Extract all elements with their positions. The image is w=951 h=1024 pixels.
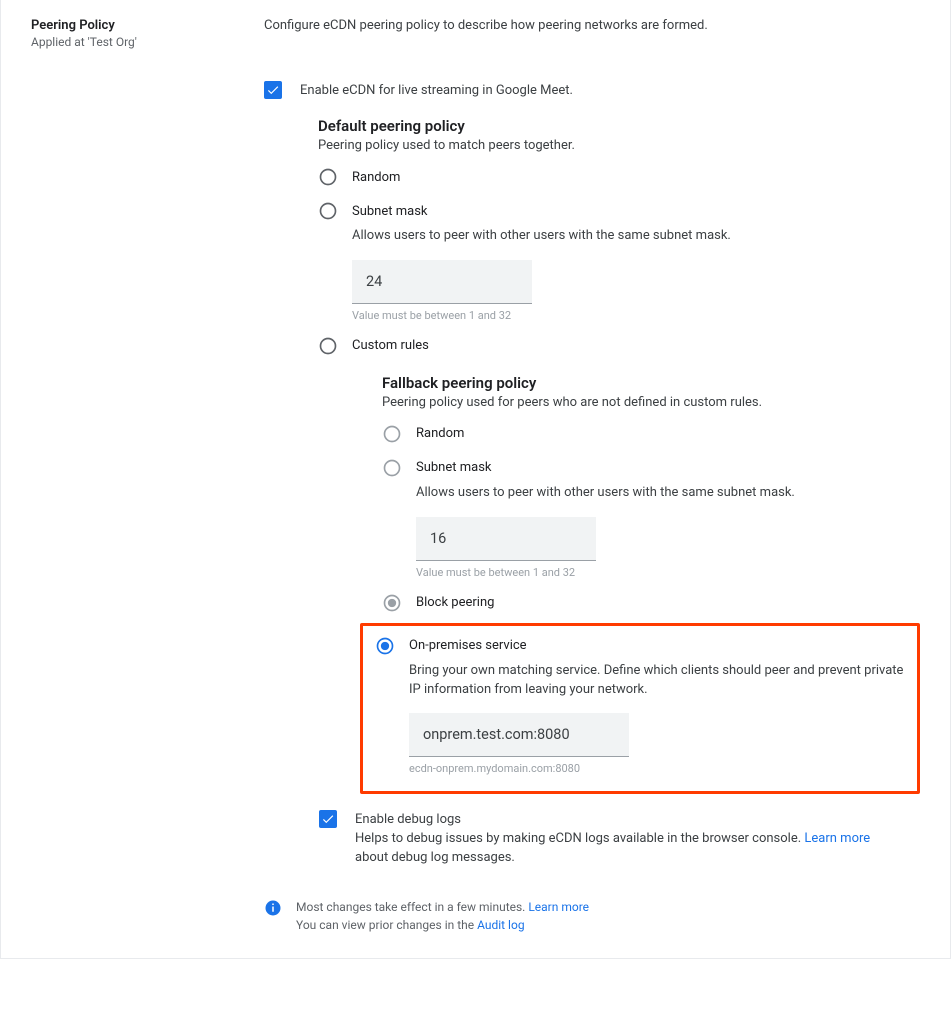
radio-unchecked-icon	[382, 424, 402, 444]
debug-desc-text-2: about debug log messages.	[355, 850, 515, 865]
onprem-label: On-premises service	[409, 638, 527, 653]
default-policy-title: Default peering policy	[318, 117, 906, 135]
info-line2-text: You can view prior changes in the	[296, 918, 477, 932]
fallback-block-label: Block peering	[416, 595, 494, 610]
fallback-policy-desc: Peering policy used for peers who are no…	[382, 395, 906, 410]
enable-debug-label: Enable debug logs	[355, 812, 461, 827]
default-subnet-radio[interactable]: Subnet mask	[318, 201, 906, 221]
panel-title: Peering Policy	[31, 18, 264, 33]
onprem-radio[interactable]: On-premises service	[375, 636, 905, 656]
default-subnet-helper: Value must be between 1 and 32	[352, 309, 906, 322]
fallback-block-radio[interactable]: Block peering	[382, 593, 906, 613]
debug-learn-more-link[interactable]: Learn more	[804, 831, 870, 846]
onprem-desc: Bring your own matching service. Define …	[409, 662, 905, 700]
check-icon	[266, 83, 280, 97]
fallback-policy-title: Fallback peering policy	[382, 374, 906, 392]
fallback-subnet-desc: Allows users to peer with other users wi…	[416, 484, 906, 503]
default-random-label: Random	[352, 170, 400, 185]
enable-debug-checkbox[interactable]	[319, 810, 337, 828]
enable-ecdn-row[interactable]: Enable eCDN for live streaming in Google…	[264, 81, 906, 99]
info-text: Most changes take effect in a few minute…	[296, 898, 589, 934]
debug-desc-text: Helps to debug issues by making eCDN log…	[355, 831, 804, 846]
radio-unchecked-icon	[318, 167, 338, 187]
default-random-radio[interactable]: Random	[318, 167, 906, 187]
panel-sidebar: Peering Policy Applied at 'Test Org'	[31, 18, 264, 934]
radio-checked-icon	[375, 636, 395, 656]
fallback-random-label: Random	[416, 426, 464, 441]
peering-policy-panel: Peering Policy Applied at 'Test Org' Con…	[0, 0, 951, 959]
check-icon	[321, 812, 335, 826]
info-footer: Most changes take effect in a few minute…	[264, 898, 906, 934]
default-subnet-desc: Allows users to peer with other users wi…	[352, 227, 906, 246]
fallback-subnet-helper: Value must be between 1 and 32	[416, 566, 906, 579]
enable-ecdn-label: Enable eCDN for live streaming in Google…	[300, 83, 573, 98]
enable-ecdn-checkbox[interactable]	[264, 81, 282, 99]
audit-log-link[interactable]: Audit log	[477, 918, 524, 932]
info-learn-more-link[interactable]: Learn more	[528, 900, 589, 914]
default-subnet-input[interactable]	[352, 260, 532, 304]
radio-unchecked-icon	[318, 336, 338, 356]
fallback-subnet-input[interactable]	[416, 517, 596, 561]
onprem-input[interactable]	[409, 713, 629, 757]
default-custom-radio[interactable]: Custom rules	[318, 336, 906, 356]
default-policy-desc: Peering policy used to match peers toget…	[318, 138, 906, 153]
panel-content: Configure eCDN peering policy to describ…	[264, 18, 926, 934]
default-custom-label: Custom rules	[352, 338, 429, 353]
onprem-highlight-box: On-premises service Bring your own match…	[360, 623, 920, 795]
enable-debug-row[interactable]: Enable debug logs	[319, 810, 906, 828]
default-subnet-label: Subnet mask	[352, 204, 428, 219]
radio-unchecked-icon	[318, 201, 338, 221]
info-icon	[264, 899, 282, 917]
radio-unchecked-icon	[382, 458, 402, 478]
panel-description: Configure eCDN peering policy to describ…	[264, 18, 906, 33]
fallback-subnet-radio[interactable]: Subnet mask	[382, 458, 906, 478]
fallback-random-radio[interactable]: Random	[382, 424, 906, 444]
onprem-helper: ecdn-onprem.mydomain.com:8080	[409, 762, 905, 775]
applied-at-label: Applied at 'Test Org'	[31, 35, 264, 49]
radio-disabled-icon	[382, 593, 402, 613]
enable-debug-desc: Helps to debug issues by making eCDN log…	[355, 830, 906, 868]
fallback-subnet-label: Subnet mask	[416, 460, 492, 475]
info-line1-text: Most changes take effect in a few minute…	[296, 900, 528, 914]
